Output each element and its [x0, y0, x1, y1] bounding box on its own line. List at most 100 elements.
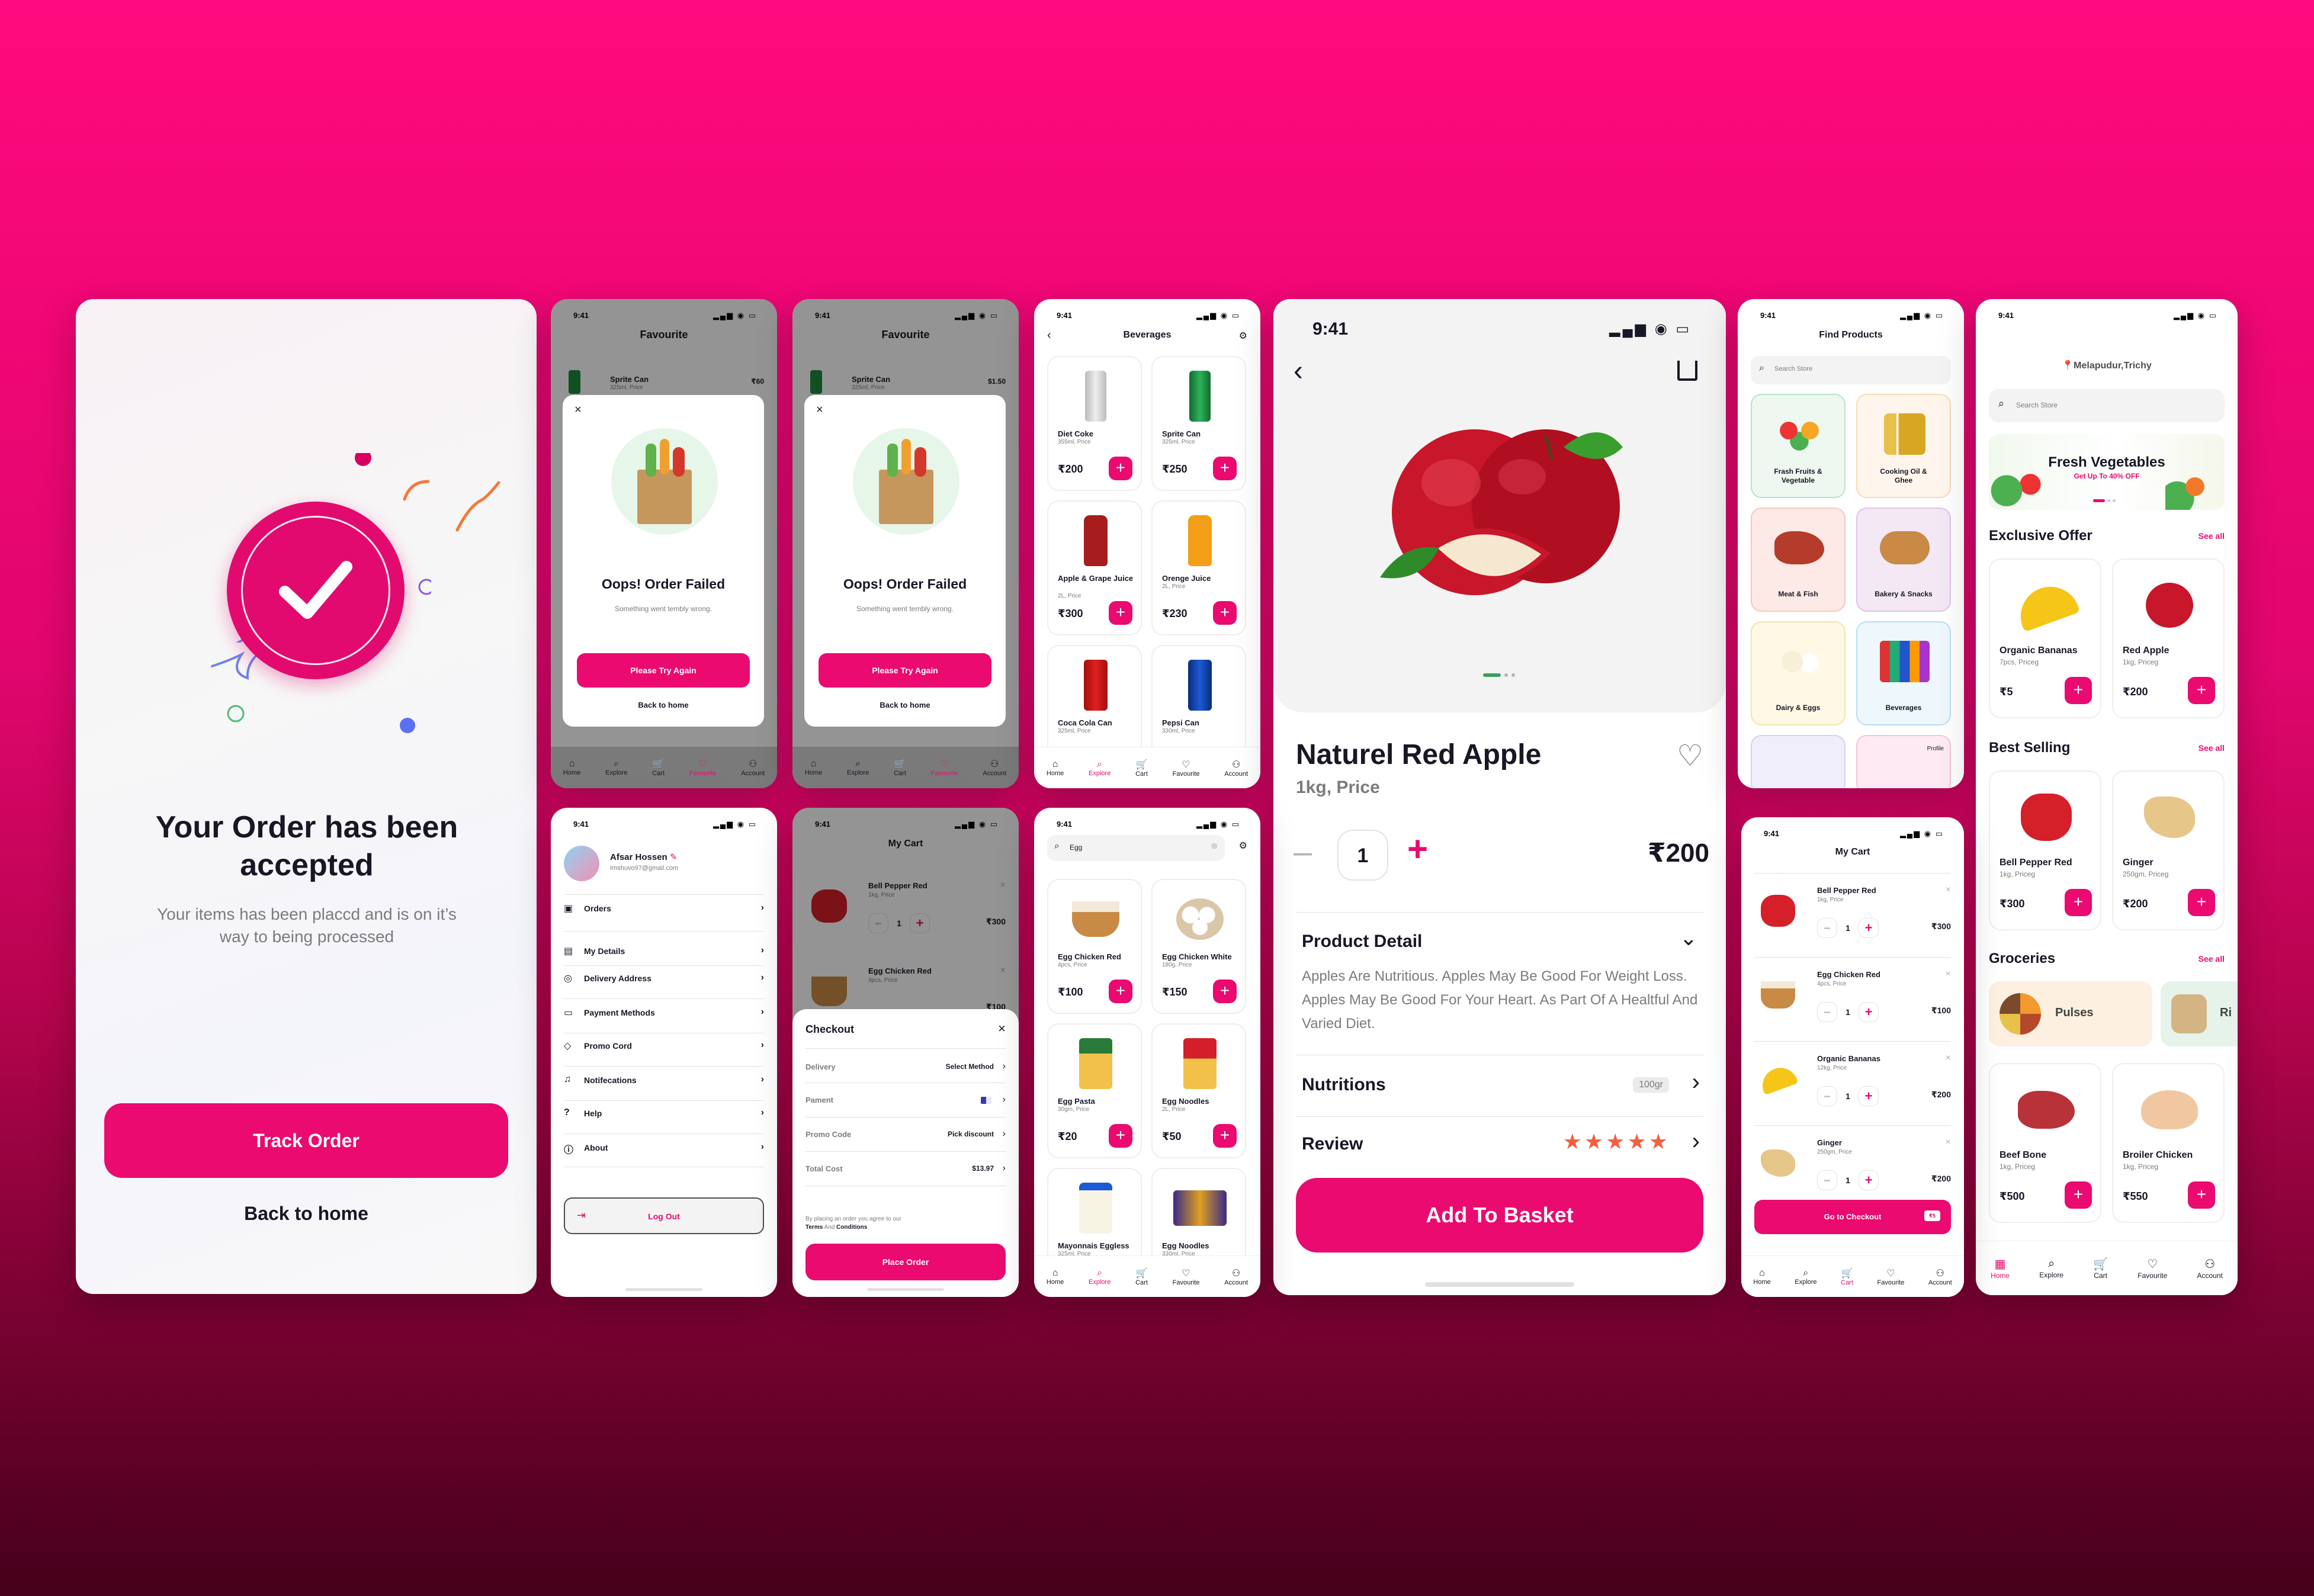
product-card[interactable]: Egg Pasta 30gm, Price ₹20 +	[1047, 1023, 1142, 1158]
category-card[interactable]: Profile	[1856, 735, 1951, 788]
quantity-increase-button[interactable]: +	[1407, 828, 1428, 869]
back-to-home-link[interactable]: Back to home	[563, 701, 764, 709]
add-to-cart-button[interactable]: +	[2188, 1181, 2215, 1209]
back-icon[interactable]: ‹	[1294, 355, 1303, 387]
track-order-button[interactable]: Track Order	[104, 1103, 508, 1178]
back-to-home-link[interactable]: Back to home	[804, 701, 1006, 709]
product-card[interactable]: Apple & Grape Juice 2L, Price ₹300 +	[1047, 500, 1142, 635]
nav-favourite[interactable]: ♡ Favourite	[1173, 1267, 1200, 1286]
add-to-cart-button[interactable]: +	[1109, 457, 1132, 480]
back-to-home-link[interactable]: Back to home	[104, 1203, 508, 1225]
add-to-cart-button[interactable]: +	[1213, 1124, 1237, 1148]
remove-icon[interactable]: ×	[1946, 969, 1951, 980]
conditions-link[interactable]: Conditions	[836, 1224, 867, 1231]
nav-cart[interactable]: 🛒 Cart	[894, 758, 906, 777]
product-card[interactable]: Broiler Chicken 1kg, Priceg ₹550 +	[2112, 1063, 2225, 1223]
nav-cart[interactable]: 🛒 Cart	[1135, 759, 1148, 778]
nav-account[interactable]: ⚇ Account	[2197, 1257, 2222, 1280]
nutritions-heading[interactable]: Nutritions	[1302, 1075, 1386, 1095]
menu-about[interactable]: ⓘ About ›	[564, 1136, 764, 1160]
menu-payment-methods[interactable]: ▭ Payment Methods ›	[564, 1001, 764, 1025]
nav-explore[interactable]: ⌕ Explore	[605, 759, 627, 776]
product-card[interactable]: Diet Coke 355ml, Price ₹200 +	[1047, 356, 1142, 491]
product-card[interactable]: Red Apple 1kg, Priceg ₹200 +	[2112, 558, 2225, 718]
nav-favourite[interactable]: ♡ Favourite	[1877, 1267, 1905, 1286]
remove-icon[interactable]: ×	[1946, 1137, 1951, 1148]
nav-home[interactable]: ⌂ Home	[1753, 1268, 1770, 1286]
nav-explore[interactable]: ⌕ Explore	[1795, 1268, 1816, 1286]
checkout-row-payment[interactable]: Pament ›	[805, 1094, 1006, 1113]
search-input[interactable]: ⌕ Search Store	[1751, 356, 1951, 384]
filter-icon[interactable]: ⚙	[1239, 840, 1247, 852]
quantity-decrease-button[interactable]: –	[1817, 1170, 1837, 1190]
quantity-increase-button[interactable]: +	[1859, 1086, 1879, 1106]
nav-home[interactable]: ▦ Home	[1991, 1257, 2010, 1280]
nav-home[interactable]: ⌂ Home	[1047, 759, 1064, 777]
menu-promo-code[interactable]: ◇ Promo Cord ›	[564, 1034, 764, 1058]
edit-icon[interactable]: ✎	[670, 852, 678, 862]
add-to-cart-button[interactable]: +	[2065, 1181, 2092, 1209]
quantity-decrease-button[interactable]: –	[1817, 918, 1837, 938]
favourite-icon[interactable]: ♡	[1677, 738, 1703, 773]
category-card[interactable]: Frash Fruits & Vegetable	[1751, 394, 1846, 498]
close-icon[interactable]: ×	[575, 403, 582, 417]
quantity-increase-button[interactable]: +	[1859, 1170, 1879, 1190]
product-card[interactable]: Bell Pepper Red 1kg, Priceg ₹300 +	[1989, 770, 2101, 930]
chevron-right-icon[interactable]: ›	[1692, 1069, 1700, 1096]
grocery-chip-rice[interactable]: Ri	[2161, 981, 2238, 1046]
terms-link[interactable]: Terms	[805, 1224, 823, 1231]
nav-account[interactable]: ⚇ Account	[983, 758, 1006, 777]
menu-help[interactable]: ? Help ›	[564, 1102, 764, 1125]
quantity-decrease-button[interactable]: –	[1817, 1086, 1837, 1106]
nav-account[interactable]: ⚇ Account	[1224, 1267, 1248, 1286]
product-card[interactable]: Egg Chicken White 180g, Price ₹150 +	[1151, 879, 1246, 1014]
nav-cart[interactable]: 🛒 Cart	[2093, 1257, 2108, 1280]
nav-home[interactable]: ⌂ Home	[1047, 1268, 1064, 1286]
close-icon[interactable]: ×	[998, 1021, 1006, 1036]
chevron-down-icon[interactable]: ⌄	[1680, 926, 1697, 950]
see-all-link[interactable]: See all	[2199, 743, 2225, 753]
nav-favourite[interactable]: ♡ Favourite	[689, 758, 717, 777]
checkout-row-delivery[interactable]: Delivery Select Method ›	[805, 1061, 1006, 1080]
add-to-basket-button[interactable]: Add To Basket	[1296, 1178, 1703, 1253]
close-icon[interactable]: ×	[816, 403, 823, 417]
add-to-cart-button[interactable]: +	[1213, 601, 1237, 625]
nav-explore[interactable]: ⌕ Explore	[847, 759, 869, 776]
product-detail-heading[interactable]: Product Detail	[1302, 932, 1422, 952]
filter-icon[interactable]: ⚙	[1239, 330, 1247, 342]
logout-button[interactable]: ⇥ Log Out	[564, 1197, 764, 1234]
try-again-button[interactable]: Please Try Again	[819, 653, 991, 688]
menu-my-details[interactable]: ▤ My Details ›	[564, 939, 764, 963]
add-to-cart-button[interactable]: +	[1109, 601, 1132, 625]
category-card[interactable]	[1751, 735, 1846, 788]
nav-explore[interactable]: ⌕ Explore	[1089, 759, 1111, 777]
product-card[interactable]: Egg Chicken Red 4pcs, Price ₹100 +	[1047, 879, 1142, 1014]
add-to-cart-button[interactable]: +	[2188, 677, 2215, 704]
clear-icon[interactable]: ⊗	[1211, 841, 1218, 851]
nav-favourite[interactable]: ♡ Favourite	[931, 758, 958, 777]
share-icon[interactable]	[1677, 361, 1697, 381]
nav-favourite[interactable]: ♡ Favourite	[1173, 759, 1200, 778]
quantity-decrease-button[interactable]: –	[1294, 832, 1312, 871]
add-to-cart-button[interactable]: +	[2065, 677, 2092, 704]
product-card[interactable]: Egg Noodles 2L, Price ₹50 +	[1151, 1023, 1246, 1158]
category-card[interactable]: Cooking Oil & Ghee	[1856, 394, 1951, 498]
category-card[interactable]: Dairy & Eggs	[1751, 621, 1846, 725]
try-again-button[interactable]: Please Try Again	[577, 653, 750, 688]
category-card[interactable]: Bakery & Snacks	[1856, 508, 1951, 612]
nav-account[interactable]: ⚇ Account	[741, 758, 765, 777]
add-to-cart-button[interactable]: +	[2065, 889, 2092, 916]
add-to-cart-button[interactable]: +	[1213, 980, 1237, 1003]
product-card[interactable]: Beef Bone 1kg, Priceg ₹500 +	[1989, 1063, 2101, 1223]
avatar[interactable]	[564, 846, 599, 881]
checkout-row-total[interactable]: Total Cost $13.97 ›	[805, 1163, 1006, 1182]
add-to-cart-button[interactable]: +	[1109, 980, 1132, 1003]
image-pager[interactable]	[1483, 673, 1515, 677]
nav-cart[interactable]: 🛒 Cart	[652, 758, 665, 777]
location-label[interactable]: 📍Melapudur,Trichy	[1976, 359, 2238, 371]
place-order-button[interactable]: Place Order	[805, 1244, 1006, 1280]
promo-banner[interactable]: Fresh Vegetables Get Up To 40% OFF	[1989, 434, 2225, 510]
see-all-link[interactable]: See all	[2199, 954, 2225, 964]
go-to-checkout-button[interactable]: Go to Checkout ₹5	[1754, 1200, 1951, 1234]
quantity-increase-button[interactable]: +	[1859, 1002, 1879, 1022]
